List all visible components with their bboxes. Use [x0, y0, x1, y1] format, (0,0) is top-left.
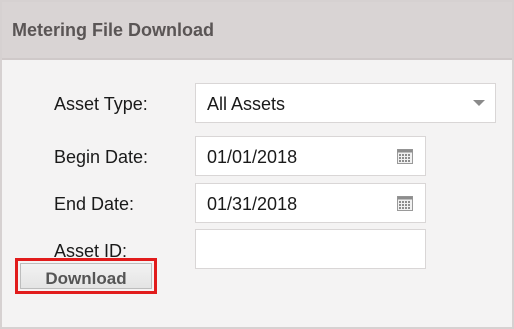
end-date-label: End Date:: [54, 194, 135, 214]
calendar-icon[interactable]: [397, 196, 413, 211]
metering-file-download-panel: Metering File Download Asset Type: All A…: [0, 0, 514, 329]
end-date-value: 01/31/2018: [207, 194, 298, 214]
download-button[interactable]: Download: [15, 258, 157, 294]
begin-date-label: Begin Date:: [54, 147, 149, 167]
panel-title: Metering File Download: [12, 20, 215, 40]
asset-type-value: All Assets: [207, 94, 286, 114]
asset-id-field[interactable]: [195, 229, 426, 269]
panel-header: Metering File Download: [2, 2, 512, 60]
begin-date-value: 01/01/2018: [207, 147, 298, 167]
chevron-down-icon[interactable]: [473, 100, 485, 106]
calendar-icon[interactable]: [397, 149, 413, 164]
download-button-label: Download: [45, 269, 127, 288]
asset-type-label: Asset Type:: [54, 94, 148, 114]
asset-type-select[interactable]: All Assets: [195, 83, 496, 123]
download-button-face: Download: [20, 263, 152, 289]
begin-date-field[interactable]: 01/01/2018: [195, 136, 426, 176]
end-date-field[interactable]: 01/31/2018: [195, 183, 426, 223]
